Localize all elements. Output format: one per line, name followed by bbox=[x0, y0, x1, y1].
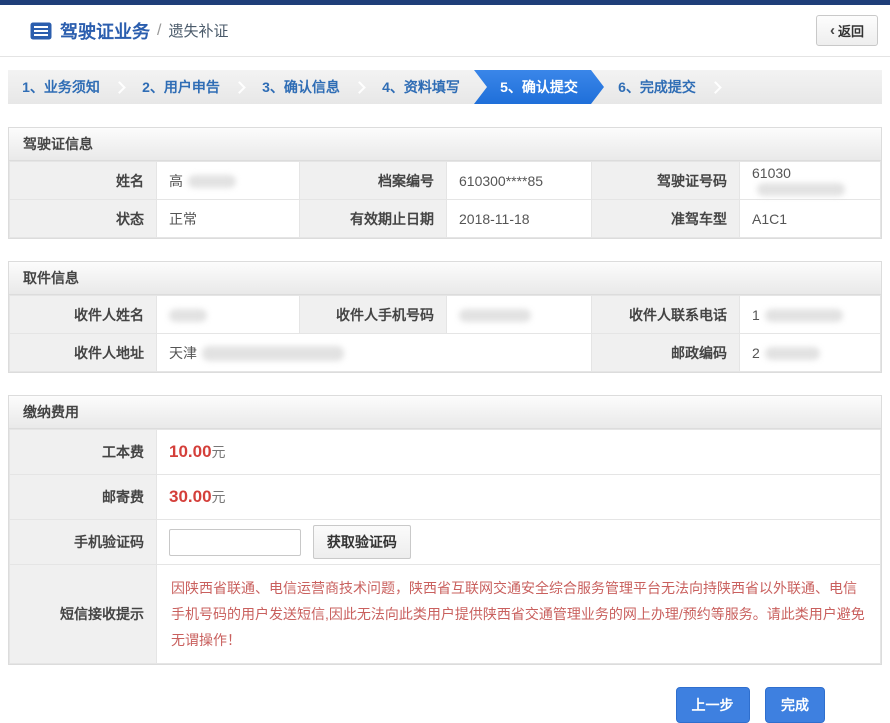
step-5-confirm-submit[interactable]: 5、确认提交 bbox=[474, 70, 604, 104]
sms-code-cell: 获取验证码 bbox=[157, 520, 881, 565]
redacted-text bbox=[202, 346, 344, 361]
sms-code-input[interactable] bbox=[169, 529, 301, 556]
vehicle-class-value: A1C1 bbox=[740, 200, 881, 238]
table-row: 短信接收提示 因陕西省联通、电信运营商技术问题，陕西省互联网交通安全综合服务管理… bbox=[10, 565, 881, 664]
table-row: 姓名 高 档案编号 610300****85 驾驶证号码 61030 bbox=[10, 162, 881, 200]
chevron-left-icon: ‹ bbox=[830, 22, 835, 39]
fees-section: 缴纳费用 工本费 10.00元 邮寄费 30.00元 手机验证码 获取验证码 短… bbox=[8, 395, 882, 665]
fees-table: 工本费 10.00元 邮寄费 30.00元 手机验证码 获取验证码 短信接收提示… bbox=[9, 429, 881, 664]
work-fee-value: 10.00元 bbox=[157, 430, 881, 475]
sms-notice-text: 因陕西省联通、电信运营商技术问题，陕西省互联网交通安全综合服务管理平台无法向持陕… bbox=[157, 565, 881, 664]
expiry-label: 有效期止日期 bbox=[300, 200, 447, 238]
post-fee-value: 30.00元 bbox=[157, 475, 881, 520]
step-separator-icon bbox=[114, 70, 128, 104]
step-bar-filler bbox=[724, 70, 882, 104]
recipient-address-value: 天津 bbox=[157, 334, 592, 372]
recipient-name-value bbox=[157, 296, 300, 334]
fees-section-title: 缴纳费用 bbox=[9, 396, 881, 429]
redacted-text bbox=[459, 309, 531, 322]
redacted-text bbox=[169, 309, 207, 322]
table-row: 收件人姓名 收件人手机号码 收件人联系电话 1 bbox=[10, 296, 881, 334]
license-number-label: 驾驶证号码 bbox=[592, 162, 740, 200]
previous-step-button[interactable]: 上一步 bbox=[676, 687, 750, 723]
redacted-text bbox=[765, 309, 843, 322]
redacted-text bbox=[765, 347, 820, 360]
recipient-mobile-label: 收件人手机号码 bbox=[300, 296, 447, 334]
step-separator-icon bbox=[354, 70, 368, 104]
breadcrumb-separator: / bbox=[157, 22, 161, 40]
post-fee-amount: 30.00 bbox=[169, 487, 212, 506]
license-info-table: 姓名 高 档案编号 610300****85 驾驶证号码 61030 状态 正常… bbox=[9, 161, 881, 238]
recipient-address-label: 收件人地址 bbox=[10, 334, 157, 372]
step-4-fill-data[interactable]: 4、资料填写 bbox=[368, 70, 474, 104]
file-number-value: 610300****85 bbox=[447, 162, 592, 200]
breadcrumb-current: 遗失补证 bbox=[168, 20, 228, 41]
back-button-label: 返回 bbox=[838, 21, 864, 40]
file-number-label: 档案编号 bbox=[300, 162, 447, 200]
vehicle-class-label: 准驾车型 bbox=[592, 200, 740, 238]
work-fee-amount: 10.00 bbox=[169, 442, 212, 461]
sms-notice-label: 短信接收提示 bbox=[10, 565, 157, 664]
table-row: 收件人地址 天津 邮政编码 2 bbox=[10, 334, 881, 372]
sms-code-label: 手机验证码 bbox=[10, 520, 157, 565]
recipient-contact-value: 1 bbox=[740, 296, 881, 334]
page-title: 驾驶证业务 bbox=[60, 18, 150, 44]
list-icon bbox=[30, 22, 52, 40]
step-wizard: 1、业务须知 2、用户申告 3、确认信息 4、资料填写 5、确认提交 6、完成提… bbox=[8, 70, 882, 104]
finish-button[interactable]: 完成 bbox=[765, 687, 825, 723]
step-3-confirm-info[interactable]: 3、确认信息 bbox=[248, 70, 354, 104]
license-section-title: 驾驶证信息 bbox=[9, 128, 881, 161]
redacted-text bbox=[188, 175, 236, 188]
expiry-value: 2018-11-18 bbox=[447, 200, 592, 238]
pickup-info-table: 收件人姓名 收件人手机号码 收件人联系电话 1 收件人地址 天津 邮政编码 2 bbox=[9, 295, 881, 372]
work-fee-unit: 元 bbox=[212, 444, 226, 460]
recipient-name-label: 收件人姓名 bbox=[10, 296, 157, 334]
page-header: 驾驶证业务 / 遗失补证 ‹ 返回 bbox=[0, 5, 890, 57]
work-fee-label: 工本费 bbox=[10, 430, 157, 475]
step-2-declare[interactable]: 2、用户申告 bbox=[128, 70, 234, 104]
name-label: 姓名 bbox=[10, 162, 157, 200]
post-fee-unit: 元 bbox=[212, 489, 226, 505]
postal-code-label: 邮政编码 bbox=[592, 334, 740, 372]
recipient-contact-label: 收件人联系电话 bbox=[592, 296, 740, 334]
postal-code-value: 2 bbox=[740, 334, 881, 372]
pickup-section-title: 取件信息 bbox=[9, 262, 881, 295]
step-separator-icon bbox=[234, 70, 248, 104]
redacted-text bbox=[757, 183, 845, 196]
get-code-button[interactable]: 获取验证码 bbox=[313, 525, 411, 559]
back-button[interactable]: ‹ 返回 bbox=[816, 15, 878, 46]
step-1-notice[interactable]: 1、业务须知 bbox=[8, 70, 114, 104]
license-info-section: 驾驶证信息 姓名 高 档案编号 610300****85 驾驶证号码 61030… bbox=[8, 127, 882, 239]
step-separator-icon bbox=[710, 70, 724, 104]
recipient-mobile-value bbox=[447, 296, 592, 334]
table-row: 手机验证码 获取验证码 bbox=[10, 520, 881, 565]
step-6-done[interactable]: 6、完成提交 bbox=[604, 70, 710, 104]
table-row: 状态 正常 有效期止日期 2018-11-18 准驾车型 A1C1 bbox=[10, 200, 881, 238]
pickup-info-section: 取件信息 收件人姓名 收件人手机号码 收件人联系电话 1 收件人地址 天津 邮政… bbox=[8, 261, 882, 373]
table-row: 邮寄费 30.00元 bbox=[10, 475, 881, 520]
table-row: 工本费 10.00元 bbox=[10, 430, 881, 475]
status-label: 状态 bbox=[10, 200, 157, 238]
post-fee-label: 邮寄费 bbox=[10, 475, 157, 520]
status-value: 正常 bbox=[157, 200, 300, 238]
license-number-value: 61030 bbox=[740, 162, 881, 200]
footer-actions: 上一步 完成 bbox=[0, 687, 890, 723]
name-value: 高 bbox=[157, 162, 300, 200]
